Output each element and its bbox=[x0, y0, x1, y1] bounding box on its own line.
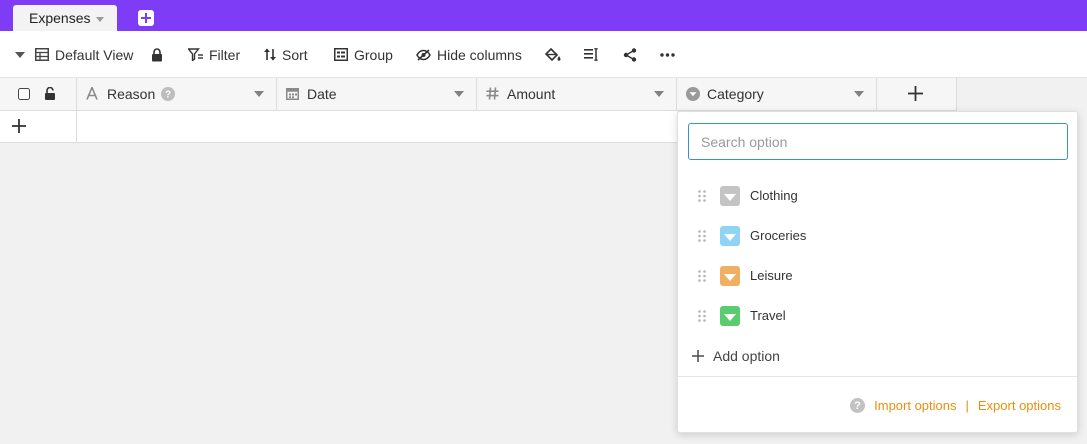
category-options-popup: Clothing Groceries Leisure Travel bbox=[677, 111, 1078, 433]
sort-button[interactable]: Sort bbox=[264, 31, 308, 78]
view-name: Default View bbox=[55, 46, 134, 63]
chevron-down-icon bbox=[724, 313, 736, 321]
column-menu-icon[interactable] bbox=[254, 91, 264, 97]
share-icon bbox=[623, 47, 637, 62]
option-item[interactable]: Groceries bbox=[678, 216, 1077, 256]
lock-icon bbox=[152, 47, 162, 61]
tab-label: Expenses bbox=[29, 10, 91, 26]
drag-handle-icon[interactable] bbox=[698, 270, 706, 282]
select-all-checkbox[interactable] bbox=[18, 88, 30, 100]
filter-icon bbox=[188, 48, 203, 61]
option-label: Groceries bbox=[750, 228, 807, 243]
row-select-header bbox=[0, 78, 77, 110]
column-header-reason[interactable]: Reason ? bbox=[77, 78, 277, 110]
separator: | bbox=[965, 397, 969, 413]
text-icon bbox=[86, 87, 98, 100]
row-height-icon bbox=[584, 48, 598, 61]
unlock-icon[interactable] bbox=[44, 87, 56, 100]
plus-icon bbox=[692, 350, 704, 362]
row-color-button[interactable] bbox=[545, 31, 561, 78]
plus-icon bbox=[141, 13, 151, 23]
add-option-label: Add option bbox=[713, 348, 780, 364]
tab-dropdown-icon[interactable] bbox=[96, 16, 105, 22]
plus-icon bbox=[908, 86, 923, 101]
add-row bbox=[0, 111, 677, 143]
divider bbox=[678, 376, 1077, 377]
eye-off-icon bbox=[416, 48, 431, 61]
option-label: Leisure bbox=[750, 268, 793, 283]
import-options-link[interactable]: Import options bbox=[874, 398, 956, 413]
option-label: Clothing bbox=[750, 188, 798, 203]
calendar-icon bbox=[286, 88, 299, 100]
top-tab-bar: Expenses bbox=[0, 0, 1087, 31]
column-header-date[interactable]: Date bbox=[277, 78, 477, 110]
add-table-button[interactable] bbox=[138, 10, 154, 26]
add-column-button[interactable] bbox=[877, 78, 957, 110]
drag-handle-icon[interactable] bbox=[698, 310, 706, 322]
add-row-button[interactable] bbox=[0, 111, 77, 142]
column-name: Reason bbox=[107, 86, 156, 102]
help-icon[interactable]: ? bbox=[161, 87, 175, 101]
sort-label: Sort bbox=[282, 46, 308, 63]
help-icon[interactable]: ? bbox=[850, 397, 866, 413]
group-label: Group bbox=[354, 46, 393, 63]
search-option-input[interactable] bbox=[688, 123, 1068, 160]
view-toolbar: Default View Filter Sort Group Hide colu… bbox=[0, 31, 1087, 78]
more-horizontal-icon bbox=[660, 52, 675, 57]
option-color-swatch[interactable] bbox=[720, 266, 740, 286]
chevron-down-icon bbox=[724, 193, 736, 201]
column-name: Date bbox=[307, 86, 337, 102]
column-name: Category bbox=[707, 86, 764, 102]
filter-label: Filter bbox=[209, 46, 241, 63]
option-label: Travel bbox=[750, 308, 786, 323]
share-view-button[interactable] bbox=[623, 31, 637, 78]
table-grid-icon bbox=[35, 48, 49, 61]
column-menu-icon[interactable] bbox=[854, 91, 864, 97]
lock-view-button[interactable] bbox=[151, 31, 163, 78]
column-menu-icon[interactable] bbox=[454, 91, 464, 97]
export-options-link[interactable]: Export options bbox=[978, 398, 1061, 413]
view-switcher[interactable]: Default View bbox=[15, 31, 133, 78]
row-height-button[interactable] bbox=[584, 31, 598, 78]
drag-handle-icon[interactable] bbox=[698, 230, 706, 242]
tab-expenses[interactable]: Expenses bbox=[13, 5, 117, 31]
plus-icon bbox=[12, 119, 26, 133]
group-icon bbox=[334, 48, 348, 61]
chevron-down-icon bbox=[724, 233, 736, 241]
caret-down-icon bbox=[15, 51, 25, 58]
sort-icon bbox=[264, 48, 276, 61]
group-button[interactable]: Group bbox=[334, 31, 393, 78]
more-options-button[interactable] bbox=[660, 31, 675, 78]
filter-button[interactable]: Filter bbox=[188, 31, 240, 78]
grid-header: Reason ? Date Amount Category bbox=[0, 78, 957, 111]
single-select-icon bbox=[686, 87, 700, 101]
option-color-swatch[interactable] bbox=[720, 186, 740, 206]
paint-bucket-icon bbox=[545, 47, 561, 61]
popup-footer: ? Import options | Export options bbox=[850, 396, 1061, 414]
column-header-amount[interactable]: Amount bbox=[477, 78, 677, 110]
column-name: Amount bbox=[507, 86, 556, 102]
svg-text:?: ? bbox=[854, 400, 861, 412]
option-item[interactable]: Clothing bbox=[678, 176, 1077, 216]
hash-icon bbox=[486, 87, 499, 100]
column-header-category[interactable]: Category bbox=[677, 78, 877, 110]
drag-handle-icon[interactable] bbox=[698, 190, 706, 202]
option-color-swatch[interactable] bbox=[720, 226, 740, 246]
hide-columns-label: Hide columns bbox=[437, 46, 522, 63]
hide-columns-button[interactable]: Hide columns bbox=[416, 31, 522, 78]
svg-text:?: ? bbox=[165, 90, 171, 101]
option-item[interactable]: Leisure bbox=[678, 256, 1077, 296]
option-item[interactable]: Travel bbox=[678, 296, 1077, 336]
column-menu-icon[interactable] bbox=[654, 91, 664, 97]
option-color-swatch[interactable] bbox=[720, 306, 740, 326]
chevron-down-icon bbox=[724, 273, 736, 281]
add-option-button[interactable]: Add option bbox=[692, 346, 780, 366]
